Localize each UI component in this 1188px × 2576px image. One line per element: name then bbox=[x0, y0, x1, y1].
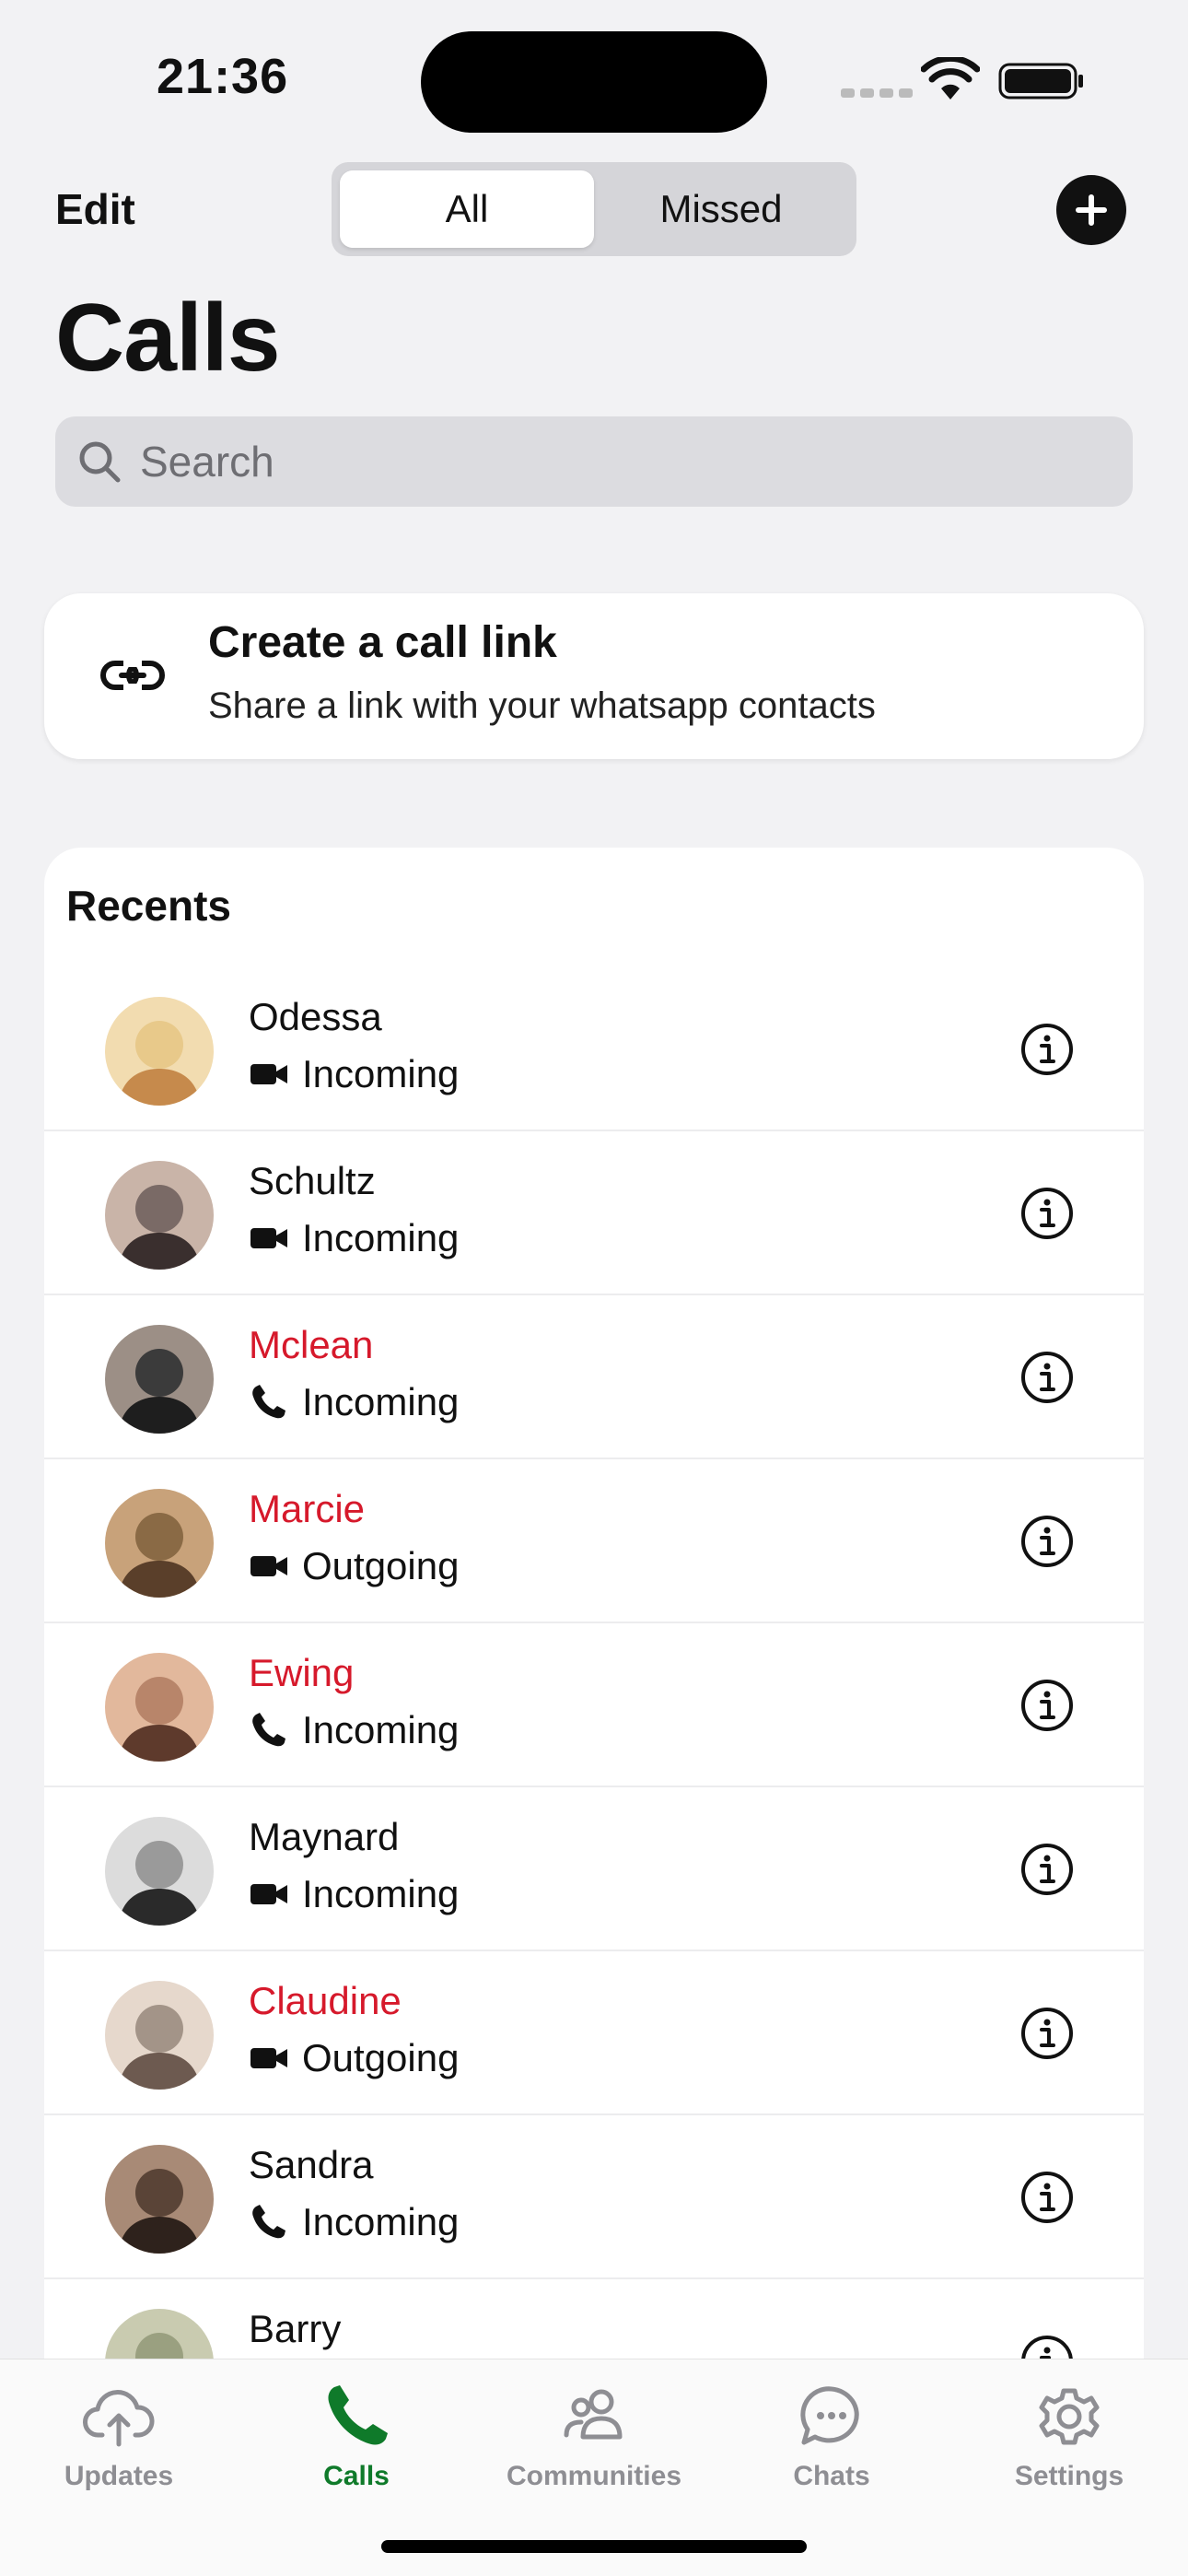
video-camera-icon bbox=[250, 2048, 287, 2068]
contact-name: Barry bbox=[249, 2307, 342, 2350]
link-icon bbox=[100, 660, 165, 691]
call-direction: Incoming bbox=[302, 2200, 460, 2243]
chat-bubble-icon bbox=[800, 2386, 859, 2445]
phone-icon bbox=[328, 2385, 388, 2445]
call-type: Outgoing bbox=[249, 2036, 459, 2080]
call-type: Incoming bbox=[249, 1708, 459, 1752]
search-placeholder: Search bbox=[140, 438, 274, 486]
info-icon[interactable] bbox=[1020, 1679, 1074, 1732]
info-icon[interactable] bbox=[1020, 1023, 1074, 1076]
call-row[interactable]: Marcie Outgoing bbox=[44, 1459, 1144, 1623]
video-camera-icon bbox=[250, 1884, 287, 1904]
call-type: Incoming bbox=[249, 1872, 459, 1916]
call-direction: Incoming bbox=[302, 1380, 460, 1423]
dynamic-island bbox=[421, 31, 767, 133]
plus-icon bbox=[1076, 194, 1107, 226]
cellular-signal-icon bbox=[841, 88, 913, 98]
call-type: Outgoing bbox=[249, 1544, 459, 1588]
info-icon[interactable] bbox=[1020, 2171, 1074, 2224]
phone-icon bbox=[252, 1385, 285, 1419]
info-icon[interactable] bbox=[1020, 1351, 1074, 1404]
tab-label-updates: Updates bbox=[64, 2461, 174, 2491]
phone-icon bbox=[252, 2205, 285, 2239]
phone-icon bbox=[252, 1713, 285, 1747]
page-title: Calls bbox=[55, 285, 281, 392]
tab-label-settings: Settings bbox=[1014, 2461, 1124, 2491]
edit-button[interactable]: Edit bbox=[55, 184, 135, 234]
avatar bbox=[105, 1817, 214, 1926]
status-time: 21:36 bbox=[157, 49, 289, 104]
contact-name: Maynard bbox=[249, 1815, 400, 1858]
create-call-link-card[interactable]: Create a call link Share a link with you… bbox=[44, 593, 1144, 759]
call-direction: Incoming bbox=[302, 1872, 460, 1915]
info-icon[interactable] bbox=[1020, 1515, 1074, 1568]
call-type: Incoming bbox=[249, 2200, 459, 2244]
avatar bbox=[105, 2145, 214, 2254]
tab-calls[interactable]: Calls bbox=[238, 2382, 475, 2492]
battery-icon bbox=[998, 63, 1083, 100]
tab-label-communities: Communities bbox=[506, 2461, 682, 2491]
wifi-icon bbox=[921, 57, 980, 100]
call-direction: Outgoing bbox=[302, 2036, 460, 2079]
segmented-control: All Missed bbox=[332, 162, 856, 256]
contact-name: Odessa bbox=[249, 995, 382, 1038]
tab-label-calls: Calls bbox=[323, 2461, 390, 2491]
call-row[interactable]: Sandra Incoming bbox=[44, 2115, 1144, 2279]
avatar bbox=[105, 2309, 214, 2359]
contact-name: Mclean bbox=[249, 1323, 374, 1366]
video-camera-icon bbox=[250, 1228, 287, 1248]
avatar bbox=[105, 997, 214, 1106]
call-type: Incoming bbox=[249, 1216, 459, 1260]
segment-missed[interactable]: Missed bbox=[594, 170, 848, 248]
recents-title: Recents bbox=[66, 882, 231, 930]
call-row[interactable]: Schultz Incoming bbox=[44, 1131, 1144, 1295]
tab-chats[interactable]: Chats bbox=[713, 2382, 950, 2492]
call-direction: Outgoing bbox=[302, 1544, 460, 1587]
video-camera-icon bbox=[250, 1556, 287, 1576]
call-type: Incoming bbox=[249, 1052, 459, 1096]
call-link-subtitle: Share a link with your whatsapp contacts bbox=[208, 685, 876, 726]
contact-name: Claudine bbox=[249, 1979, 402, 2022]
info-icon[interactable] bbox=[1020, 2335, 1074, 2359]
call-direction: Incoming bbox=[302, 1708, 460, 1751]
avatar bbox=[105, 1981, 214, 2090]
call-row[interactable]: Mclean Incoming bbox=[44, 1295, 1144, 1459]
contact-name: Ewing bbox=[249, 1651, 355, 1694]
call-row[interactable]: Ewing Incoming bbox=[44, 1623, 1144, 1787]
tab-label-chats: Chats bbox=[793, 2461, 870, 2491]
avatar bbox=[105, 1489, 214, 1598]
call-row[interactable]: Claudine Outgoing bbox=[44, 1951, 1144, 2115]
contact-name: Sandra bbox=[249, 2143, 374, 2186]
info-icon[interactable] bbox=[1020, 1187, 1074, 1240]
search-icon bbox=[79, 441, 121, 483]
call-direction: Incoming bbox=[302, 1216, 460, 1259]
video-camera-icon bbox=[250, 1064, 287, 1084]
avatar bbox=[105, 1653, 214, 1762]
tab-updates[interactable]: Updates bbox=[0, 2382, 238, 2492]
avatar bbox=[105, 1161, 214, 1270]
recents-section: Recents Odessa Incoming Schultz Incoming Mcl… bbox=[44, 848, 1144, 2359]
home-indicator bbox=[381, 2540, 807, 2553]
communities-icon bbox=[564, 2389, 623, 2440]
call-row[interactable]: Odessa Incoming bbox=[44, 967, 1144, 1131]
info-icon[interactable] bbox=[1020, 2007, 1074, 2060]
new-call-button[interactable] bbox=[1056, 175, 1126, 245]
recents-list: Odessa Incoming Schultz Incoming Mclean Incom… bbox=[44, 967, 1144, 2359]
tab-communities[interactable]: Communities bbox=[475, 2382, 713, 2492]
search-input[interactable]: Search bbox=[55, 416, 1133, 507]
avatar bbox=[105, 1325, 214, 1434]
status-bar: 21:36 bbox=[0, 0, 1188, 147]
gear-icon bbox=[1039, 2388, 1100, 2445]
info-icon[interactable] bbox=[1020, 1843, 1074, 1896]
call-direction: Incoming bbox=[302, 1052, 460, 1095]
upload-cloud-icon bbox=[83, 2390, 155, 2447]
call-type: Incoming bbox=[249, 1380, 459, 1424]
call-row[interactable]: Barry bbox=[44, 2279, 1144, 2359]
tab-settings[interactable]: Settings bbox=[950, 2382, 1188, 2492]
segment-all[interactable]: All bbox=[340, 170, 594, 248]
contact-name: Schultz bbox=[249, 1159, 376, 1202]
contact-name: Marcie bbox=[249, 1487, 366, 1530]
call-link-title: Create a call link bbox=[208, 618, 557, 667]
call-row[interactable]: Maynard Incoming bbox=[44, 1787, 1144, 1951]
